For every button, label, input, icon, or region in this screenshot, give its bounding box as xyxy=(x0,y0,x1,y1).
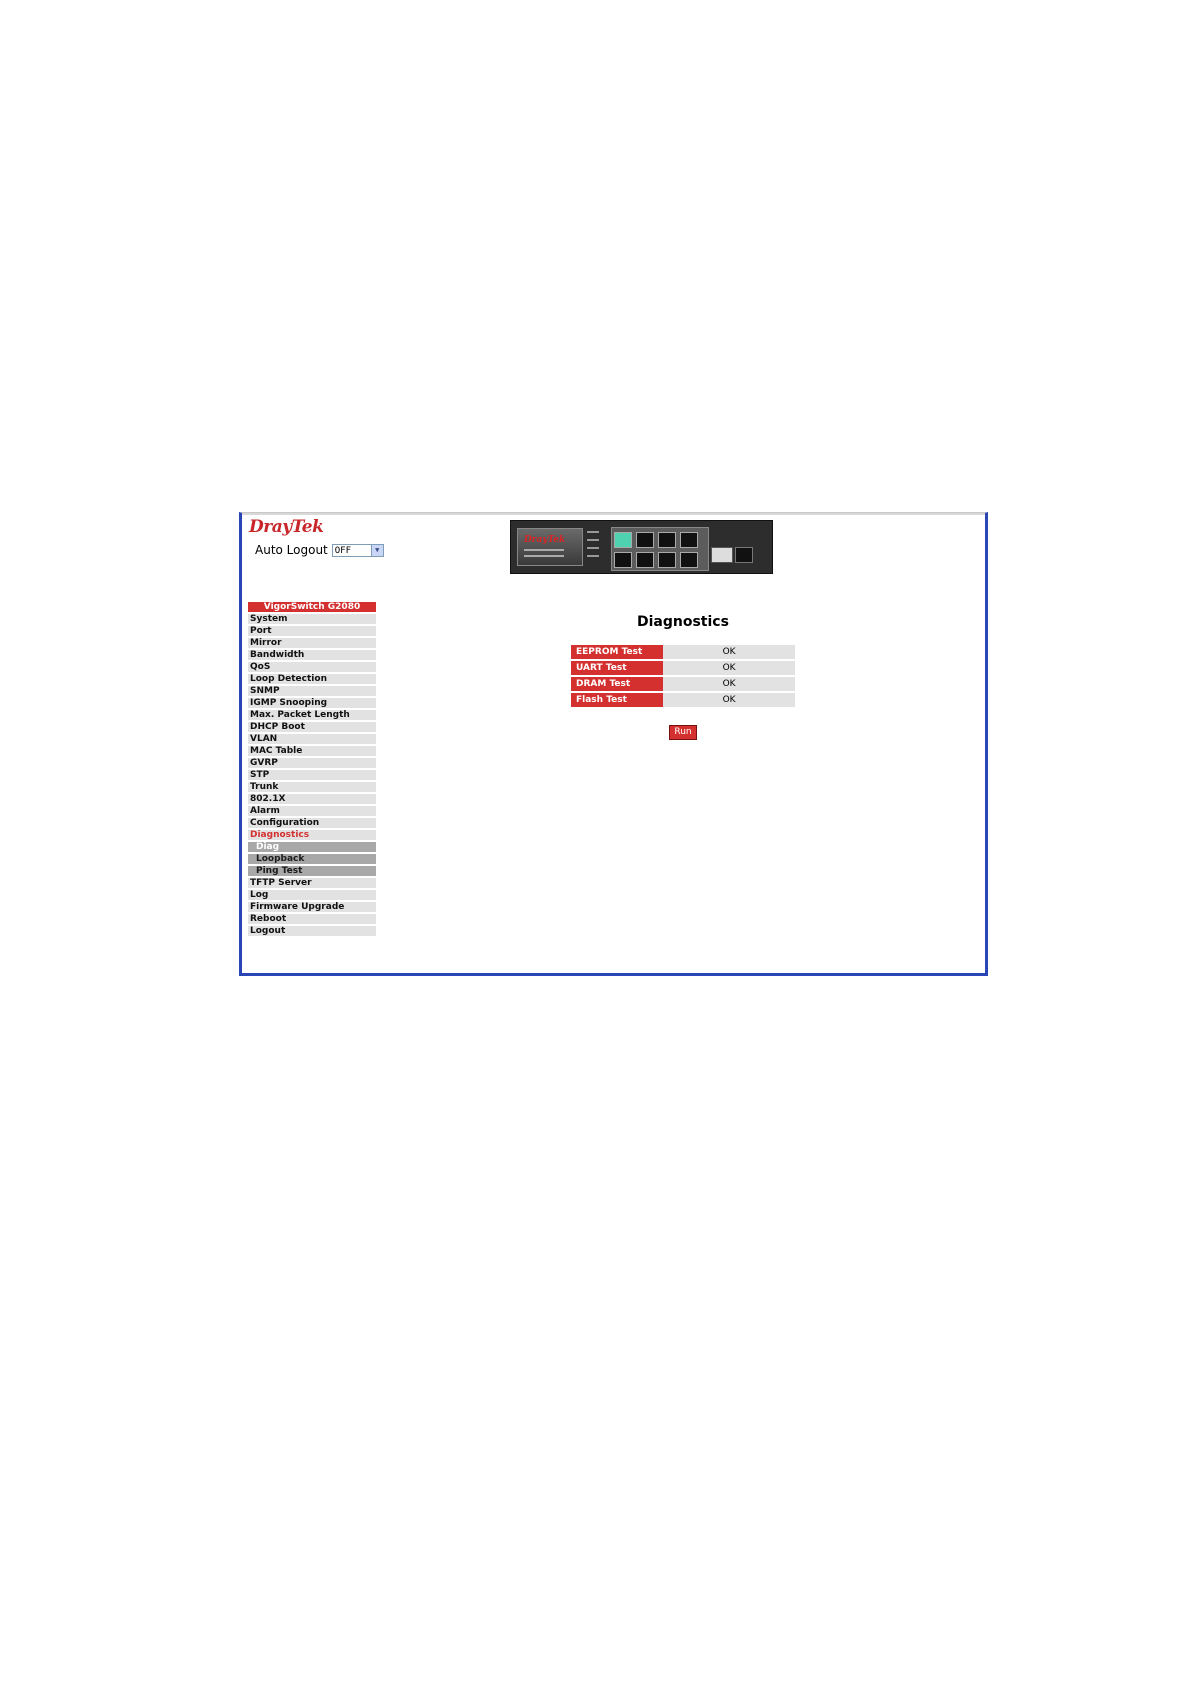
auto-logout-value: OFF xyxy=(334,545,352,556)
sidebar-item-log[interactable]: Log xyxy=(248,890,376,900)
diagnostics-table: EEPROM Test OK UART Test OK DRAM Test OK… xyxy=(571,643,795,709)
test-result: OK xyxy=(663,661,795,675)
sidebar-subitem-loopback[interactable]: Loopback xyxy=(248,854,376,864)
draytek-logo: DrayTek xyxy=(249,517,324,537)
chevron-down-icon[interactable]: ▼ xyxy=(370,544,383,556)
auto-logout-label: Auto Logout xyxy=(255,543,328,557)
sidebar-title: VigorSwitch G2080 xyxy=(248,602,376,612)
frame-top-border xyxy=(242,513,985,515)
test-label: EEPROM Test xyxy=(571,645,664,659)
table-row: EEPROM Test OK xyxy=(571,645,795,659)
sidebar-item-alarm[interactable]: Alarm xyxy=(248,806,376,816)
sidebar-item-loop-detection[interactable]: Loop Detection xyxy=(248,674,376,684)
test-label: Flash Test xyxy=(571,693,664,707)
device-port-panel xyxy=(611,527,709,571)
sidebar-item-port[interactable]: Port xyxy=(248,626,376,636)
switch-front-panel-image: DrayTek xyxy=(510,520,773,574)
sidebar-item-logout[interactable]: Logout xyxy=(248,926,376,936)
sidebar-item-mirror[interactable]: Mirror xyxy=(248,638,376,648)
sidebar-item-dhcp-boot[interactable]: DHCP Boot xyxy=(248,722,376,732)
device-sfp-port xyxy=(735,547,753,563)
page-title: Diagnostics xyxy=(637,614,729,630)
sidebar-item-mac-table[interactable]: MAC Table xyxy=(248,746,376,756)
test-result: OK xyxy=(663,677,795,691)
sidebar-item-trunk[interactable]: Trunk xyxy=(248,782,376,792)
test-label: DRAM Test xyxy=(571,677,664,691)
sidebar-menu: VigorSwitch G2080 System Port Mirror Ban… xyxy=(248,602,376,938)
sidebar-item-snmp[interactable]: SNMP xyxy=(248,686,376,696)
device-leds xyxy=(587,531,607,563)
sidebar-item-gvrp[interactable]: GVRP xyxy=(248,758,376,768)
sidebar-item-configuration[interactable]: Configuration xyxy=(248,818,376,828)
auto-logout-select[interactable]: OFF ▼ xyxy=(331,543,384,557)
logo-tek: Tek xyxy=(291,517,324,537)
sidebar-item-bandwidth[interactable]: Bandwidth xyxy=(248,650,376,660)
sidebar-item-igmp-snooping[interactable]: IGMP Snooping xyxy=(248,698,376,708)
auto-logout: Auto Logout OFF ▼ xyxy=(255,543,384,557)
sidebar-item-vlan[interactable]: VLAN xyxy=(248,734,376,744)
sidebar-item-stp[interactable]: STP xyxy=(248,770,376,780)
table-row: UART Test OK xyxy=(571,661,795,675)
sidebar-item-8021x[interactable]: 802.1X xyxy=(248,794,376,804)
device-sfp-port xyxy=(711,547,733,563)
sidebar-subitem-diag[interactable]: Diag xyxy=(248,842,376,852)
sidebar-item-firmware-upgrade[interactable]: Firmware Upgrade xyxy=(248,902,376,912)
sidebar-item-qos[interactable]: QoS xyxy=(248,662,376,672)
sidebar-item-diagnostics[interactable]: Diagnostics xyxy=(248,830,376,840)
table-row: Flash Test OK xyxy=(571,693,795,707)
sidebar-item-system[interactable]: System xyxy=(248,614,376,624)
device-brand-badge: DrayTek xyxy=(517,528,583,566)
test-label: UART Test xyxy=(571,661,664,675)
sidebar-subitem-ping-test[interactable]: Ping Test xyxy=(248,866,376,876)
sidebar-item-max-packet-length[interactable]: Max. Packet Length xyxy=(248,710,376,720)
browser-frame: DrayTek Auto Logout OFF ▼ DrayTek VigorS… xyxy=(239,512,988,976)
sidebar-item-tftp-server[interactable]: TFTP Server xyxy=(248,878,376,888)
test-result: OK xyxy=(663,693,795,707)
test-result: OK xyxy=(663,645,795,659)
sidebar-item-reboot[interactable]: Reboot xyxy=(248,914,376,924)
logo-dray: Dray xyxy=(249,517,292,537)
run-button[interactable]: Run xyxy=(669,725,697,740)
table-row: DRAM Test OK xyxy=(571,677,795,691)
